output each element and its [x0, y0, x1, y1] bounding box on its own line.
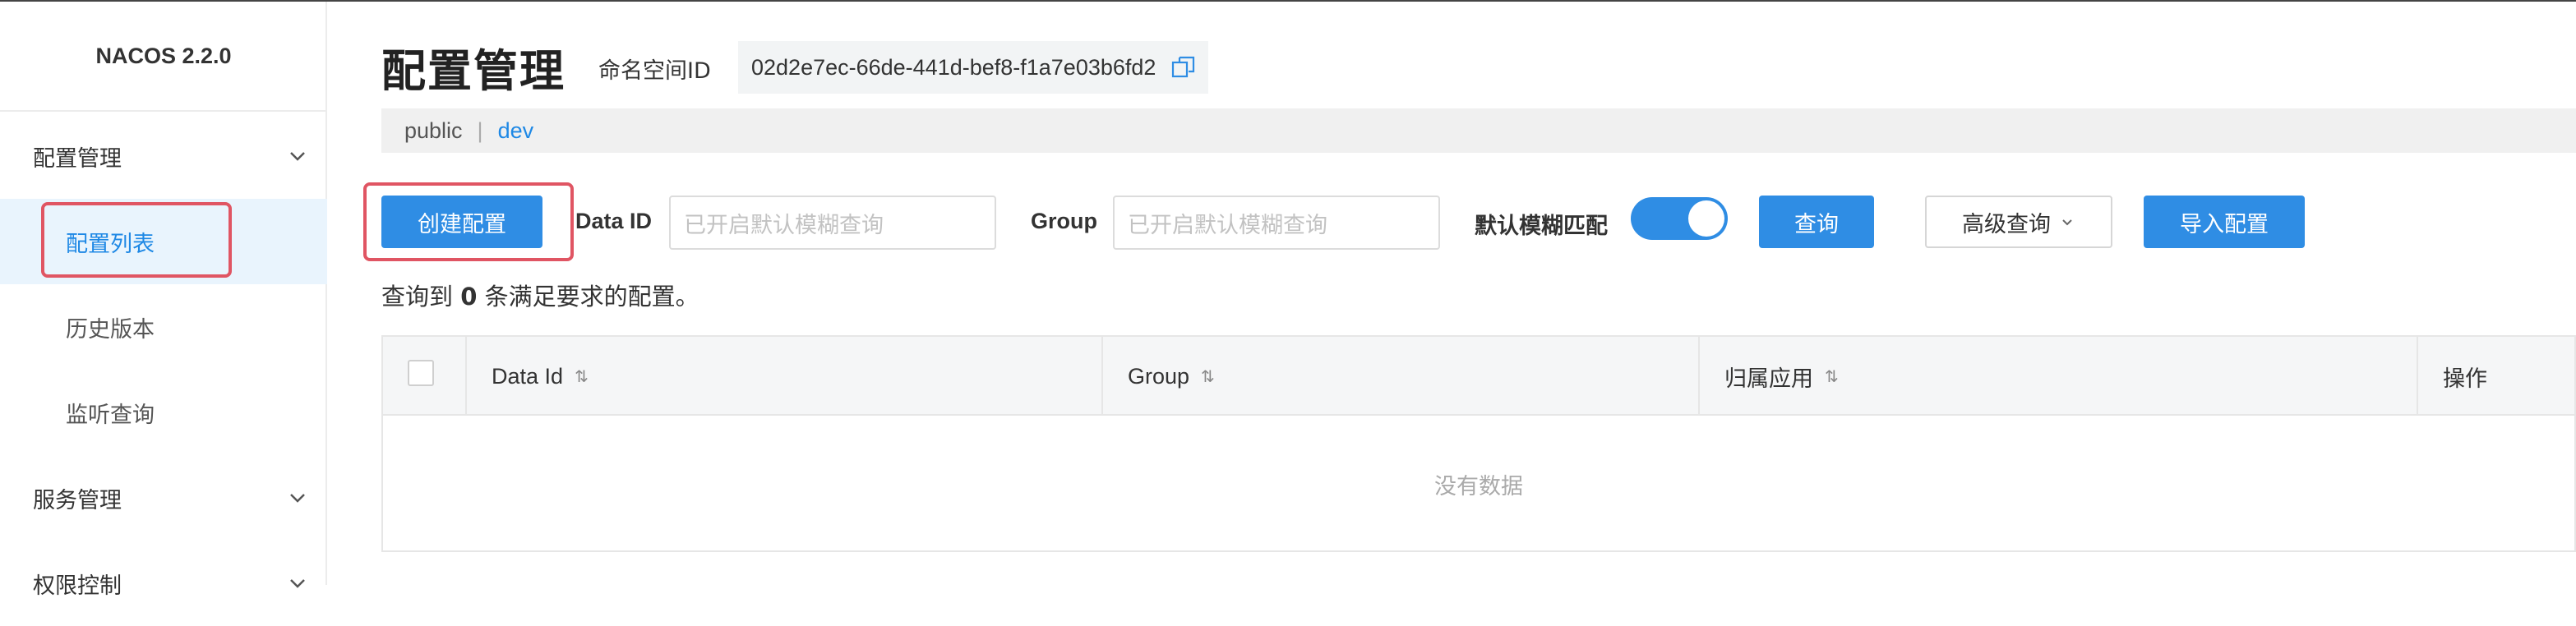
column-header-dataid[interactable]: Data Id ⇅: [467, 337, 1103, 416]
column-header-app[interactable]: 归属应用 ⇅: [1700, 337, 2418, 416]
chevron-down-icon: [290, 494, 305, 503]
dataid-input[interactable]: 已开启默认模糊查询: [669, 196, 996, 250]
sidebar-item-config-list[interactable]: 配置列表: [0, 199, 327, 284]
namespace-dev[interactable]: dev: [498, 118, 534, 144]
query-button[interactable]: 查询: [1759, 196, 1874, 248]
sort-icon[interactable]: ⇅: [1825, 366, 1839, 387]
sidebar-group-label: 配置管理: [33, 145, 122, 172]
namespace-bar: public | dev: [381, 108, 2576, 153]
copy-icon[interactable]: [1170, 54, 1197, 81]
column-header-actions: 操作: [2418, 337, 2576, 416]
select-all-checkbox[interactable]: [408, 360, 434, 386]
namespace-id-text: 02d2e7ec-66de-441d-bef8-f1a7e03b6fd2: [751, 54, 1156, 80]
chevron-down-icon: [2062, 219, 2072, 226]
namespace-public[interactable]: public: [404, 118, 463, 144]
result-summary: 查询到 0 条满足要求的配置。: [381, 278, 699, 312]
sidebar-item-label: 配置列表: [66, 231, 155, 257]
advanced-query-button[interactable]: 高级查询: [1925, 196, 2112, 248]
table-header: Data Id ⇅ Group ⇅ 归属应用 ⇅ 操作: [383, 337, 2574, 416]
main-content: 配置管理 命名空间ID 02d2e7ec-66de-441d-bef8-f1a7…: [327, 2, 2576, 585]
sort-icon[interactable]: ⇅: [575, 366, 589, 387]
namespace-id-label: 命名空间ID: [598, 58, 711, 84]
sidebar-group-permission[interactable]: 权限控制: [0, 541, 327, 626]
page-title: 配置管理: [381, 45, 566, 97]
chevron-down-icon: [290, 152, 305, 161]
namespace-id-value: 02d2e7ec-66de-441d-bef8-f1a7e03b6fd2: [738, 41, 1208, 94]
result-suffix: 条满足要求的配置。: [484, 283, 699, 311]
dataid-label: Data ID: [575, 209, 653, 233]
fuzzy-match-label: 默认模糊匹配: [1475, 214, 1608, 239]
sidebar-item-label: 历史版本: [66, 316, 155, 343]
select-all-cell: [383, 337, 467, 416]
sidebar-group-label: 权限控制: [33, 573, 122, 599]
fuzzy-match-toggle[interactable]: [1631, 197, 1728, 240]
import-config-button[interactable]: 导入配置: [2144, 196, 2305, 248]
sidebar-group-config[interactable]: 配置管理: [0, 113, 327, 199]
group-input[interactable]: 已开启默认模糊查询: [1113, 196, 1440, 250]
column-header-label: Data Id: [492, 363, 564, 389]
sidebar: NACOS 2.2.0 配置管理 配置列表 历史版本 监听查询 服务管理 权限控…: [0, 2, 327, 599]
sidebar-item-history[interactable]: 历史版本: [0, 284, 327, 370]
sort-icon[interactable]: ⇅: [1201, 366, 1215, 387]
create-config-button[interactable]: 创建配置: [381, 196, 542, 248]
dataid-placeholder: 已开启默认模糊查询: [684, 212, 884, 238]
column-header-label: Group: [1128, 363, 1190, 389]
column-header-group[interactable]: Group ⇅: [1103, 337, 1700, 416]
empty-state: 没有数据: [1434, 473, 1523, 499]
column-header-label: 操作: [2443, 366, 2487, 391]
sidebar-group-service[interactable]: 服务管理: [0, 455, 327, 541]
sidebar-item-listener-query[interactable]: 监听查询: [0, 370, 327, 455]
result-count: 0: [460, 283, 478, 311]
column-header-label: 归属应用: [1724, 366, 1813, 391]
advanced-query-label: 高级查询: [1962, 211, 2051, 237]
result-prefix: 查询到: [381, 283, 454, 311]
brand-logo: NACOS 2.2.0: [0, 2, 327, 112]
group-label: Group: [1031, 209, 1097, 233]
namespace-separator: |: [477, 117, 483, 143]
sidebar-item-label: 监听查询: [66, 402, 155, 428]
sidebar-group-label: 服务管理: [33, 487, 122, 513]
group-placeholder: 已开启默认模糊查询: [1128, 212, 1327, 238]
toggle-knob: [1688, 200, 1724, 237]
chevron-down-icon: [290, 579, 305, 588]
config-table: Data Id ⇅ Group ⇅ 归属应用 ⇅ 操作 没有数据: [381, 335, 2576, 552]
